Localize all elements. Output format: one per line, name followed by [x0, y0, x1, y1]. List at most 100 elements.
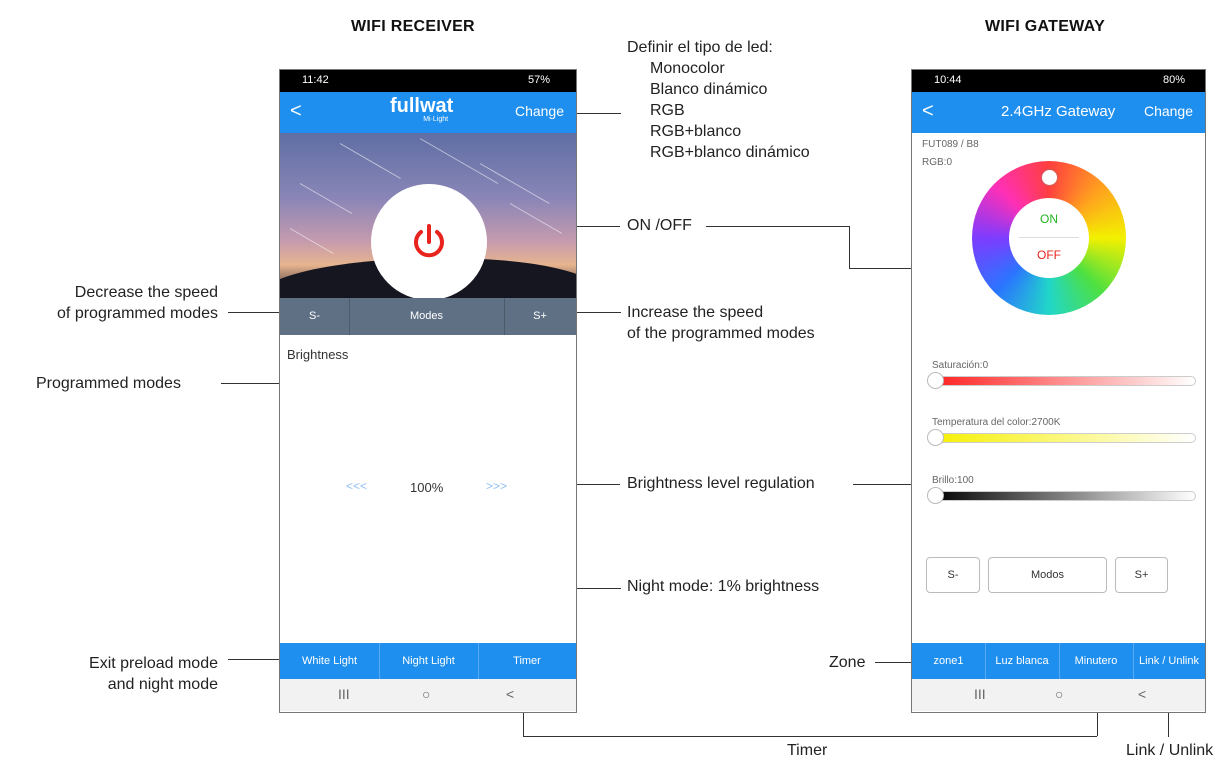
star-streak: [479, 163, 550, 204]
gateway-phone: 10:44 80% < 2.4GHz Gateway Change FUT089…: [911, 69, 1206, 713]
led-type-item: Monocolor: [650, 60, 725, 77]
connector-on-off: [706, 226, 850, 227]
nav-back-button[interactable]: <: [506, 686, 514, 702]
on-off-annotation: ON /OFF: [627, 217, 692, 234]
star-streak: [339, 143, 401, 179]
power-icon: [414, 224, 444, 258]
bottom-bar: zone1 Luz blanca Minutero Link / Unlink: [912, 643, 1205, 679]
saturation-slider-knob[interactable]: [927, 372, 944, 389]
connector-timer: [523, 736, 1097, 737]
home-button[interactable]: ○: [1055, 686, 1063, 702]
brightness-decrease-arrows[interactable]: <<<: [346, 479, 367, 493]
increase-speed-annotation: Increase the speed of the programmed mod…: [627, 302, 815, 344]
saturation-label: Saturación:0: [932, 360, 989, 371]
app-bar: < 2.4GHz Gateway Change: [912, 92, 1205, 133]
receiver-phone: 11:42 57% < fullwat Mi·Light Change S- M…: [279, 69, 577, 713]
star-streak: [509, 203, 563, 234]
exit-preload-annotation: Exit preload mode and night mode: [0, 653, 218, 695]
annotation-line: of the programmed modes: [627, 325, 815, 342]
timer-tab[interactable]: Minutero: [1059, 643, 1134, 679]
nav-back-button[interactable]: <: [1138, 686, 1146, 702]
zone-tab[interactable]: zone1: [912, 643, 986, 679]
speed-increase-button[interactable]: S+: [1115, 557, 1168, 593]
annotation-line: of programmed modes: [57, 305, 218, 322]
speed-decrease-button[interactable]: S-: [926, 557, 980, 593]
star-streak: [299, 183, 353, 214]
timer-button[interactable]: Timer: [478, 643, 576, 679]
led-type-annotation: Definir el tipo de led: Monocolor Blanco…: [627, 37, 810, 163]
brightness-value: 100%: [410, 480, 444, 495]
saturation-slider[interactable]: [930, 376, 1196, 386]
on-button[interactable]: ON: [1009, 212, 1089, 226]
brightness-label: Brillo:100: [932, 475, 974, 486]
mode-bar: S- Modes S+: [280, 298, 576, 335]
link-unlink-tab[interactable]: Link / Unlink: [1133, 643, 1205, 679]
recents-button[interactable]: III: [974, 686, 986, 702]
led-type-title: Definir el tipo de led:: [627, 39, 773, 56]
app-bar: < fullwat Mi·Light Change: [280, 92, 576, 133]
speed-decrease-button[interactable]: S-: [280, 298, 350, 335]
home-button[interactable]: ○: [422, 686, 430, 702]
programmed-modes-annotation: Programmed modes: [36, 375, 181, 392]
led-type-item: RGB+blanco dinámico: [650, 144, 810, 161]
wifi-gateway-heading: WIFI GATEWAY: [985, 18, 1106, 35]
led-type-list: Monocolor Blanco dinámico RGB RGB+blanco…: [627, 58, 810, 163]
annotation-line: Exit preload mode: [89, 655, 218, 672]
decrease-speed-annotation: Decrease the speed of programmed modes: [0, 282, 218, 324]
recents-button[interactable]: III: [338, 686, 350, 702]
white-light-tab[interactable]: Luz blanca: [985, 643, 1060, 679]
temperature-slider-knob[interactable]: [927, 429, 944, 446]
divider: [1019, 237, 1079, 238]
back-button[interactable]: <: [290, 100, 302, 123]
speed-increase-button[interactable]: S+: [504, 298, 576, 335]
power-button[interactable]: [371, 184, 487, 298]
logo-subtext: Mi·Light: [423, 116, 449, 123]
system-nav-bar: III ○ <: [912, 679, 1205, 711]
led-type-item: Blanco dinámico: [650, 81, 768, 98]
rgb-value: RGB:0: [922, 157, 953, 168]
led-type-item: RGB: [650, 102, 685, 119]
annotation-line: and night mode: [107, 676, 218, 693]
annotation-line: Decrease the speed: [74, 284, 218, 301]
back-button[interactable]: <: [922, 100, 934, 123]
star-streak: [419, 138, 499, 184]
brightness-slider[interactable]: [930, 491, 1196, 501]
logo-text: fullwat: [390, 95, 454, 117]
change-button[interactable]: Change: [1144, 103, 1193, 119]
connector-on-off: [849, 226, 850, 269]
off-button[interactable]: OFF: [1009, 248, 1089, 262]
status-bar: 10:44 80%: [912, 70, 1205, 92]
status-time: 11:42: [302, 74, 329, 86]
timer-annotation: Timer: [787, 742, 828, 759]
brightness-regulation-annotation: Brightness level regulation: [627, 475, 815, 492]
brightness-slider-knob[interactable]: [927, 487, 944, 504]
night-mode-annotation: Night mode: 1% brightness: [627, 578, 820, 595]
annotation-line: Increase the speed: [627, 304, 764, 321]
wifi-receiver-heading: WIFI RECEIVER: [351, 18, 475, 35]
led-type-item: RGB+blanco: [650, 123, 742, 140]
battery-level: 80%: [1162, 74, 1185, 86]
change-button[interactable]: Change: [515, 103, 564, 119]
system-nav-bar: III ○ <: [280, 679, 576, 711]
temperature-label: Temperatura del color:2700K: [932, 417, 1061, 428]
color-wheel[interactable]: ON OFF: [972, 161, 1126, 315]
fullwat-logo: fullwat Mi·Light: [390, 96, 453, 123]
device-label: FUT089 / B8: [922, 139, 979, 150]
status-bar: 11:42 57%: [280, 70, 576, 92]
white-light-button[interactable]: White Light: [280, 643, 380, 679]
link-unlink-annotation: Link / Unlink: [1126, 742, 1214, 759]
brightness-label: Brightness: [287, 347, 349, 362]
brightness-increase-arrows[interactable]: >>>: [486, 479, 507, 493]
night-light-button[interactable]: Night Light: [379, 643, 479, 679]
color-wheel-knob[interactable]: [1042, 170, 1057, 185]
on-off-center: ON OFF: [1009, 198, 1089, 278]
zone-annotation: Zone: [829, 654, 866, 671]
temperature-slider[interactable]: [930, 433, 1196, 443]
status-time: 10:44: [934, 74, 962, 86]
page-title: 2.4GHz Gateway: [1001, 103, 1116, 120]
modes-button[interactable]: Modos: [988, 557, 1107, 593]
hero-image: [280, 133, 576, 298]
bottom-bar: White Light Night Light Timer: [280, 643, 576, 679]
modes-button[interactable]: Modes: [349, 298, 505, 335]
battery-level: 57%: [527, 74, 550, 86]
